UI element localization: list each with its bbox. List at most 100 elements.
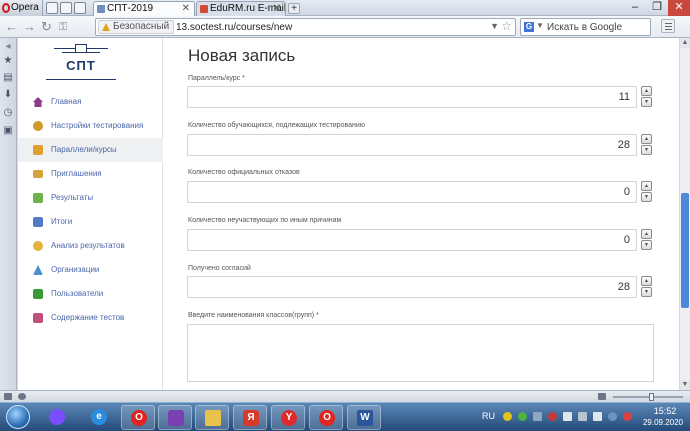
url-text[interactable]: 13.soctest.ru/courses/new <box>176 21 292 34</box>
search-engine-icon[interactable]: G <box>524 22 534 32</box>
consents-count-value[interactable]: 28 <box>618 281 630 294</box>
history-clock-icon[interactable]: ◷ <box>3 108 13 118</box>
volume-icon[interactable] <box>593 412 602 421</box>
opera-menu-button[interactable]: Opera <box>0 0 43 16</box>
students-count-value[interactable]: 28 <box>618 139 630 152</box>
scroll-up-icon[interactable]: ▲ <box>680 38 690 48</box>
yandex-browser-app-icon[interactable]: Y <box>271 405 305 430</box>
search-placeholder[interactable]: Искать в Google <box>547 21 622 34</box>
bookmarks-star-icon[interactable]: ★ <box>3 56 13 66</box>
decrement-arrow-icon[interactable]: ▼ <box>641 145 652 155</box>
tray-arrow-icon[interactable] <box>533 412 542 421</box>
maximize-window-button[interactable]: ❐ <box>646 0 668 16</box>
sidebar-item-home[interactable]: Главная <box>18 90 163 114</box>
bookmark-star-icon[interactable]: ☆ <box>501 19 512 33</box>
chevron-down-icon[interactable]: ▼ <box>536 21 544 30</box>
tab-edurm-email[interactable]: EduRM.ru E-mail :... ✕ <box>196 1 286 16</box>
home-icon[interactable]: ⚿ <box>59 19 67 35</box>
network-icon[interactable] <box>563 412 572 421</box>
reload-icon[interactable]: ↻ <box>41 19 52 35</box>
minimize-window-button[interactable]: – <box>624 0 646 16</box>
increment-arrow-icon[interactable]: ▲ <box>641 134 652 144</box>
sidebar-item-analysis[interactable]: Анализ результатов <box>18 234 163 258</box>
absent-count-value[interactable]: 0 <box>624 234 630 247</box>
consents-count-stepper[interactable]: ▲ ▼ <box>641 276 652 297</box>
battery-icon[interactable] <box>578 412 587 421</box>
language-indicator[interactable]: RU <box>482 411 495 421</box>
security-badge[interactable]: Безопасный <box>98 20 175 34</box>
address-bar[interactable]: Безопасный 13.soctest.ru/courses/new ▼ ☆ <box>95 18 516 36</box>
lock-tab-icon[interactable] <box>74 2 86 14</box>
increment-arrow-icon[interactable]: ▲ <box>641 276 652 286</box>
tray-flag-icon[interactable] <box>608 412 617 421</box>
visual-studio-app-icon[interactable] <box>158 405 192 430</box>
tray-app-icon[interactable] <box>503 412 512 421</box>
new-tab-button[interactable]: + <box>288 3 300 14</box>
sidebar-item-organizations[interactable]: Организации <box>18 258 163 282</box>
tray-check-icon[interactable] <box>518 412 527 421</box>
page-scrollbar[interactable]: ▲ ▼ <box>679 38 690 390</box>
speed-dial-icon[interactable] <box>46 2 58 14</box>
back-arrow-icon[interactable]: ← <box>5 19 18 35</box>
zoom-slider[interactable] <box>613 393 683 401</box>
ie-app-icon[interactable]: e <box>82 405 116 430</box>
tray-antivirus-icon[interactable] <box>548 412 557 421</box>
forward-arrow-icon[interactable]: → <box>23 19 36 35</box>
close-window-button[interactable]: ✕ <box>668 0 690 16</box>
absent-count-input[interactable]: 0 <box>187 229 637 251</box>
widgets-icon[interactable]: ▣ <box>3 126 13 136</box>
scrollbar-thumb[interactable] <box>681 193 689 308</box>
decrement-arrow-icon[interactable]: ▼ <box>641 287 652 297</box>
sidebar-item-results[interactable]: Результаты <box>18 186 163 210</box>
consents-count-input[interactable]: 28 <box>187 276 637 298</box>
tray-notification-icon[interactable] <box>623 412 632 421</box>
decrement-arrow-icon[interactable]: ▼ <box>641 240 652 250</box>
opera-app-icon[interactable]: O <box>121 405 155 430</box>
students-count-input[interactable]: 28 <box>187 134 637 156</box>
increment-arrow-icon[interactable]: ▲ <box>641 181 652 191</box>
students-count-stepper[interactable]: ▲ ▼ <box>641 134 652 155</box>
panel-toggle-icon[interactable] <box>4 393 12 400</box>
scroll-down-icon[interactable]: ▼ <box>680 380 690 390</box>
close-tab-icon[interactable]: ✕ <box>182 2 190 16</box>
site-logo[interactable]: СПТ <box>46 44 116 82</box>
turbo-icon[interactable] <box>18 393 26 400</box>
refusals-count-stepper[interactable]: ▲ ▼ <box>641 181 652 202</box>
course-value[interactable]: 11 <box>619 91 630 104</box>
tab-spt-2019[interactable]: СПТ-2019 ✕ <box>93 1 195 16</box>
sidebar-item-test-settings[interactable]: Настройки тестирования <box>18 114 163 138</box>
explorer-app-icon[interactable] <box>195 405 229 430</box>
sidebar-item-invitations[interactable]: Приглашения <box>18 162 163 186</box>
collapse-panel-icon[interactable]: ◂ <box>3 42 13 52</box>
increment-arrow-icon[interactable]: ▲ <box>641 229 652 239</box>
opera-window-app-icon[interactable]: O <box>309 405 343 430</box>
refusals-count-input[interactable]: 0 <box>187 181 637 203</box>
sidebar-item-test-contents[interactable]: Содержание тестов <box>18 306 163 330</box>
start-button[interactable] <box>6 405 30 429</box>
alice-app-icon[interactable] <box>40 405 74 430</box>
word-app-icon[interactable]: W <box>347 405 381 430</box>
course-input[interactable]: 11 <box>187 86 637 108</box>
sidebar-item-summary[interactable]: Итоги <box>18 210 163 234</box>
notes-icon[interactable]: ▤ <box>3 73 13 83</box>
zoom-slider-handle[interactable] <box>649 393 654 401</box>
clock-date[interactable]: 29.09.2020 <box>636 418 690 427</box>
opera-link-icon[interactable] <box>60 2 72 14</box>
absent-count-stepper[interactable]: ▲ ▼ <box>641 229 652 250</box>
decrement-arrow-icon[interactable]: ▼ <box>641 97 652 107</box>
clock-time[interactable]: 15:52 <box>640 406 690 416</box>
close-tab-icon[interactable]: ✕ <box>273 2 281 16</box>
decrement-arrow-icon[interactable]: ▼ <box>641 192 652 202</box>
classes-textarea[interactable] <box>187 324 654 382</box>
downloads-icon[interactable]: ⬇ <box>3 90 13 100</box>
sidebar-item-parallels[interactable]: Параллели/курсы <box>18 138 163 162</box>
course-stepper[interactable]: ▲ ▼ <box>641 86 652 107</box>
refusals-count-value[interactable]: 0 <box>624 186 630 199</box>
view-icon[interactable] <box>598 393 606 400</box>
yandex-app-icon[interactable]: Я <box>233 405 267 430</box>
sidebar-item-users[interactable]: Пользователи <box>18 282 163 306</box>
browser-menu-button[interactable] <box>661 19 675 33</box>
chevron-down-icon[interactable]: ▼ <box>490 21 499 31</box>
search-box[interactable]: G ▼ Искать в Google <box>520 18 651 36</box>
increment-arrow-icon[interactable]: ▲ <box>641 86 652 96</box>
